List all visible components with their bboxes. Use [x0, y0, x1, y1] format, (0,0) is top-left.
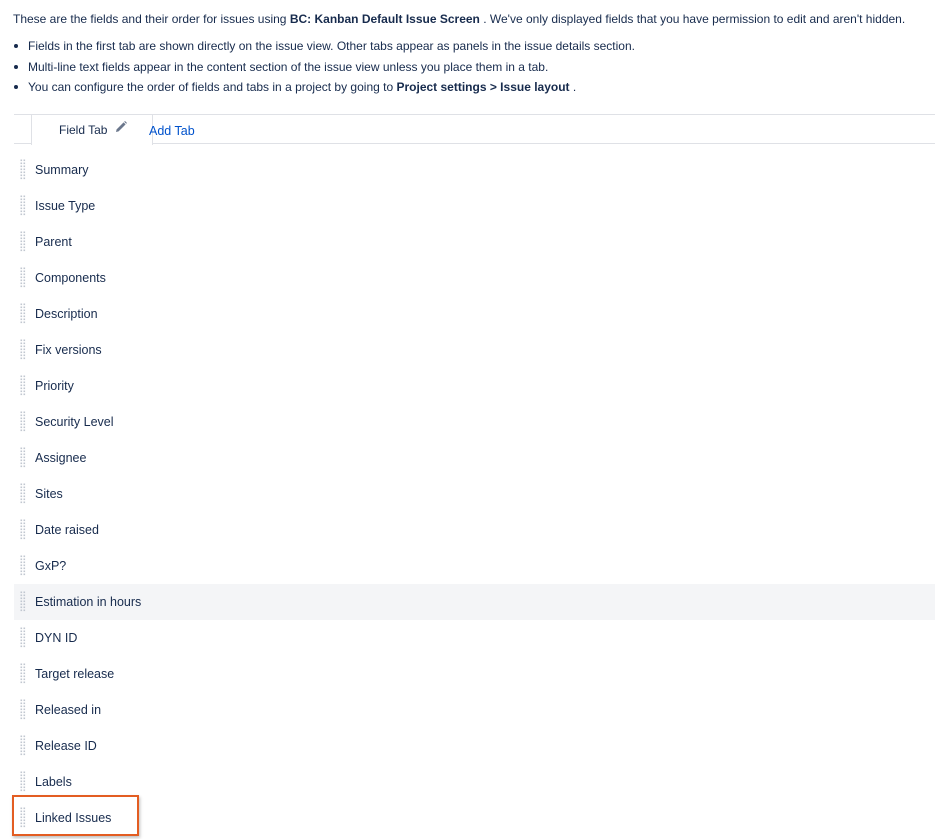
field-row[interactable]: Labels	[14, 764, 935, 800]
field-row[interactable]: GxP?	[14, 548, 935, 584]
field-label: GxP?	[35, 559, 67, 573]
field-label: Labels	[35, 775, 72, 789]
pencil-icon[interactable]	[114, 120, 128, 134]
field-row[interactable]: Components	[14, 260, 935, 296]
field-label: Security Level	[35, 415, 114, 429]
field-label: Priority	[35, 379, 74, 393]
field-label: Parent	[35, 235, 72, 249]
field-row[interactable]: Sites	[14, 476, 935, 512]
field-row[interactable]: Parent	[14, 224, 935, 260]
intro-prefix: These are the fields and their order for…	[13, 12, 287, 26]
drag-handle-icon[interactable]	[20, 555, 26, 577]
field-row[interactable]: Issue Type	[14, 188, 935, 224]
field-row[interactable]: DYN ID	[14, 620, 935, 656]
field-label: Release ID	[35, 739, 97, 753]
drag-handle-icon[interactable]	[20, 627, 26, 649]
drag-handle-icon[interactable]	[20, 663, 26, 685]
field-label: Target release	[35, 667, 115, 681]
field-row[interactable]: Release ID	[14, 728, 935, 764]
field-label: Date raised	[35, 523, 99, 537]
note-item: Fields in the first tab are shown direct…	[13, 38, 635, 59]
field-label: Sites	[35, 487, 63, 501]
bullet-icon	[14, 85, 18, 89]
field-label: Fix versions	[35, 343, 102, 357]
drag-handle-icon[interactable]	[20, 735, 26, 757]
field-row[interactable]: Priority	[14, 368, 935, 404]
drag-handle-icon[interactable]	[20, 807, 26, 829]
field-row[interactable]: Summary	[14, 152, 935, 188]
field-label: Assignee	[35, 451, 87, 465]
note-text: Multi-line text fields appear in the con…	[28, 59, 549, 74]
drag-handle-icon[interactable]	[20, 303, 26, 325]
project-settings-path: Project settings > Issue layout	[396, 80, 570, 94]
field-label: Components	[35, 271, 106, 285]
note-item: You can configure the order of fields an…	[13, 79, 635, 100]
drag-handle-icon[interactable]	[20, 591, 26, 613]
drag-handle-icon[interactable]	[20, 771, 26, 793]
drag-handle-icon[interactable]	[20, 483, 26, 505]
field-row[interactable]: Target release	[14, 656, 935, 692]
field-label: Estimation in hours	[35, 595, 142, 609]
field-row[interactable]: Fix versions	[14, 332, 935, 368]
drag-handle-icon[interactable]	[20, 231, 26, 253]
field-row[interactable]: Released in	[14, 692, 935, 728]
field-label: Linked Issues	[35, 811, 112, 825]
bullet-icon	[14, 44, 18, 48]
note-suffix: .	[572, 80, 577, 94]
add-tab-link[interactable]: Add Tab	[149, 124, 195, 138]
field-row[interactable]: Description	[14, 296, 935, 332]
drag-handle-icon[interactable]	[20, 375, 26, 397]
note-prefix: You can configure the order of fields an…	[28, 80, 394, 94]
intro-text: These are the fields and their order for…	[13, 11, 905, 27]
drag-handle-icon[interactable]	[20, 159, 26, 181]
tab-field-tab[interactable]: Field Tab	[31, 115, 153, 145]
drag-handle-icon[interactable]	[20, 267, 26, 289]
drag-handle-icon[interactable]	[20, 195, 26, 217]
drag-handle-icon[interactable]	[20, 339, 26, 361]
drag-handle-icon[interactable]	[20, 699, 26, 721]
field-label: Released in	[35, 703, 102, 717]
drag-handle-icon[interactable]	[20, 447, 26, 469]
tab-bar: Field Tab Add Tab	[14, 114, 935, 145]
notes-list: Fields in the first tab are shown direct…	[13, 38, 635, 100]
field-list: Summary Issue Type Parent Components Descrip…	[14, 152, 935, 836]
intro-suffix: . We've only displayed fields that you h…	[483, 12, 906, 26]
field-row[interactable]: Estimation in hours	[14, 584, 935, 620]
bullet-icon	[14, 64, 18, 69]
field-label: Description	[35, 307, 98, 321]
field-row[interactable]: Linked Issues	[14, 800, 935, 836]
field-row[interactable]: Date raised	[14, 512, 935, 548]
field-row[interactable]: Assignee	[14, 440, 935, 476]
screen-name: BC: Kanban Default Issue Screen	[289, 12, 480, 26]
field-label: Issue Type	[35, 199, 96, 213]
field-label: Summary	[35, 163, 89, 177]
note-text: Fields in the first tab are shown direct…	[28, 39, 635, 53]
tab-label: Field Tab	[59, 123, 108, 137]
note-item: Multi-line text fields appear in the con…	[13, 59, 635, 80]
field-label: DYN ID	[35, 631, 78, 645]
drag-handle-icon[interactable]	[20, 519, 26, 541]
field-row[interactable]: Security Level	[14, 404, 935, 440]
drag-handle-icon[interactable]	[20, 411, 26, 433]
